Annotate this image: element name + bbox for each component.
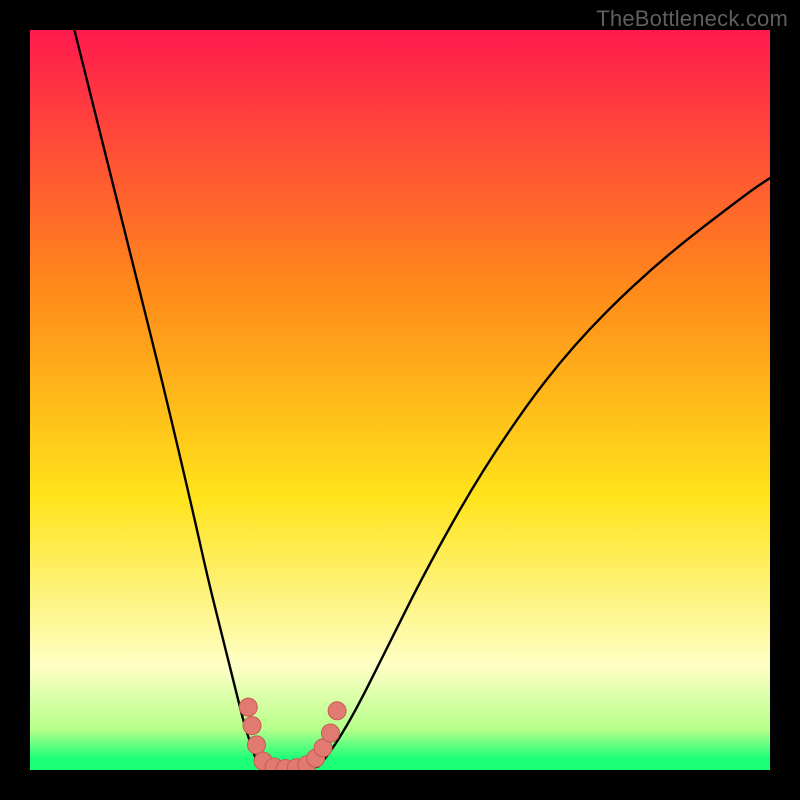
bottleneck-curve: [74, 30, 770, 770]
highlight-dot: [239, 698, 257, 716]
highlight-dot: [247, 736, 265, 754]
plot-area: [30, 30, 770, 770]
highlight-dots: [239, 698, 346, 770]
highlight-dot: [243, 717, 261, 735]
highlight-dot: [328, 702, 346, 720]
watermark-text: TheBottleneck.com: [596, 6, 788, 32]
highlight-dot: [321, 724, 339, 742]
chart-frame: TheBottleneck.com: [0, 0, 800, 800]
curves-layer: [30, 30, 770, 770]
